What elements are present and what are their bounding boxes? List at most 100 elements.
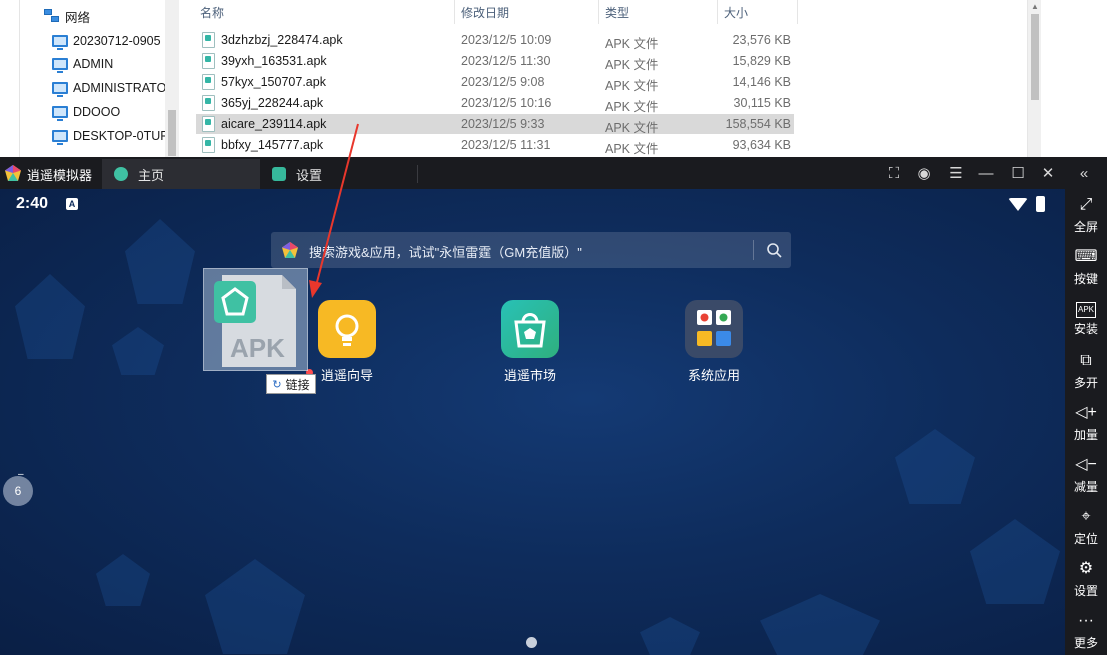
android-screen[interactable]: 2:40 A 搜索游戏&应用，试试"永恒雷霆（GM充值版）" 逍遥向导 逍遥市场… <box>0 189 1065 655</box>
tab-settings[interactable]: 设置 <box>260 159 418 189</box>
column-divider[interactable] <box>717 0 718 24</box>
lightbulb-icon <box>318 300 376 358</box>
nav-item-computer[interactable]: ADMIN <box>52 53 113 75</box>
floating-side-bubble[interactable]: 6 <box>3 476 33 506</box>
memu-logo-icon <box>5 165 21 181</box>
file-row[interactable]: 57kyx_150707.apk 2023/12/5 9:08 APK 文件 1… <box>196 72 794 93</box>
file-name: 39yxh_163531.apk <box>221 54 327 68</box>
file-row[interactable]: 365yj_228244.apk 2023/12/5 10:16 APK 文件 … <box>196 93 794 114</box>
file-size: 15,829 KB <box>732 54 791 68</box>
file-type: APK 文件 <box>605 58 659 72</box>
file-row[interactable]: 39yxh_163531.apk 2023/12/5 11:30 APK 文件 … <box>196 51 794 72</box>
location-icon: ⌖ <box>1081 507 1091 525</box>
app-system-apps[interactable]: 系统应用 <box>664 300 764 384</box>
tool-label: 按键 <box>1073 271 1098 286</box>
column-header-size[interactable]: 大小 <box>724 0 748 24</box>
desktop-background <box>1042 0 1117 158</box>
file-date: 2023/12/5 10:16 <box>461 96 552 110</box>
file-name: 365yj_228244.apk <box>221 96 324 110</box>
file-type: APK 文件 <box>605 121 659 135</box>
nav-item-computer[interactable]: 20230712-0905 <box>52 30 161 52</box>
file-type: APK 文件 <box>605 37 659 51</box>
nav-pane-scrollbar[interactable] <box>165 0 179 158</box>
tab-home[interactable]: 主页 <box>102 159 260 189</box>
multi-instance-icon: ⧉ <box>1080 351 1092 369</box>
scrollbar-thumb[interactable] <box>1031 14 1039 100</box>
page-indicator-dot[interactable] <box>526 637 537 648</box>
file-list: 名称 修改日期 类型 大小 3dzhzbzj_228474.apk 2023/1… <box>180 0 1040 158</box>
minimize-icon[interactable]: — <box>976 163 996 183</box>
background-shape <box>760 594 880 655</box>
toolbar-volume-down-button[interactable]: ◁− 减量 <box>1065 449 1107 501</box>
tool-label: 更多 <box>1073 635 1098 650</box>
toolbar-fullscreen-button[interactable]: ⤢ 全屏 <box>1065 189 1107 241</box>
tool-label: 安装 <box>1073 321 1098 336</box>
volume-up-icon: ◁+ <box>1075 403 1097 421</box>
tool-label: 减量 <box>1073 479 1098 494</box>
toolbar-location-button[interactable]: ⌖ 定位 <box>1065 501 1107 553</box>
search-icon[interactable] <box>766 242 782 258</box>
file-explorer-window: 网络 20230712-0905 ADMIN ADMINISTRATOR DDO… <box>0 0 1117 158</box>
column-divider[interactable] <box>454 0 455 24</box>
toolbar-settings-button[interactable]: ⚙ 设置 <box>1065 553 1107 605</box>
nav-item-label: 网络 <box>65 10 91 25</box>
tab-label: 设置 <box>296 167 323 183</box>
toolbar-install-apk-button[interactable]: APK 安装 <box>1065 293 1107 345</box>
file-date: 2023/12/5 9:33 <box>461 117 545 131</box>
nav-item-computer[interactable]: ADMINISTRATOR <box>52 77 165 99</box>
fullscreen-icon: ⤢ <box>1079 195 1093 213</box>
background-shape <box>15 274 85 359</box>
column-divider[interactable] <box>598 0 599 24</box>
nav-item-computer[interactable]: DESKTOP-0TUR <box>52 125 165 147</box>
column-header-type[interactable]: 类型 <box>605 0 629 24</box>
menu-icon[interactable]: ☰ <box>946 163 966 183</box>
background-shape <box>640 617 700 655</box>
nav-item-network[interactable]: 网络 <box>44 5 90 27</box>
file-date: 2023/12/5 9:08 <box>461 75 545 89</box>
nav-item-label: ADMIN <box>73 57 114 71</box>
tool-label: 多开 <box>1073 375 1098 390</box>
collapse-sidebar-icon[interactable]: « <box>1074 163 1094 183</box>
file-name: 3dzhzbzj_228474.apk <box>221 33 343 47</box>
toolbar-keymap-button[interactable]: ⌨ 按键 <box>1065 241 1107 293</box>
tool-label: 加量 <box>1073 427 1098 442</box>
folder-grid-icon <box>685 300 743 358</box>
drag-link-tooltip: ↻ 链接 <box>266 374 316 394</box>
wifi-icon <box>1008 198 1028 211</box>
column-divider[interactable] <box>797 0 798 24</box>
column-header-name[interactable]: 名称 <box>200 0 224 24</box>
background-shape <box>125 219 195 304</box>
file-name: 57kyx_150707.apk <box>221 75 326 89</box>
emulator-toolbar: ⤢ 全屏 ⌨ 按键 APK 安装 ⧉ 多开 ◁+ 加量 ◁− 减量 ⌖ 定位 ⚙ <box>1065 189 1107 655</box>
maximize-icon[interactable]: ☐ <box>1008 163 1028 183</box>
app-label: 系统应用 <box>687 368 740 383</box>
scrollbar-thumb[interactable] <box>168 110 176 156</box>
nav-item-computer[interactable]: DDOOO <box>52 101 120 123</box>
search-divider <box>753 240 754 260</box>
apk-ghost-label: APK <box>230 333 285 363</box>
computer-icon <box>52 106 68 121</box>
notification-a-icon: A <box>66 198 78 210</box>
volume-down-icon: ◁− <box>1075 455 1097 473</box>
toolbar-more-button[interactable]: ··· 更多 <box>1065 605 1107 655</box>
toolbar-volume-up-button[interactable]: ◁+ 加量 <box>1065 397 1107 449</box>
scroll-up-icon[interactable]: ▲ <box>1031 2 1039 11</box>
app-xiaoyao-market[interactable]: 逍遥市场 <box>480 300 580 384</box>
nav-item-label: 20230712-0905 <box>73 34 161 48</box>
file-type: APK 文件 <box>605 142 659 156</box>
status-bar: 2:40 A <box>0 189 1065 217</box>
account-icon[interactable]: ◉ <box>914 163 934 183</box>
nav-item-label: DESKTOP-0TUR <box>73 129 165 143</box>
apk-file-icon <box>202 53 215 69</box>
toolbar-multi-instance-button[interactable]: ⧉ 多开 <box>1065 345 1107 397</box>
column-header-date[interactable]: 修改日期 <box>461 0 509 24</box>
file-row[interactable]: bbfxy_145777.apk 2023/12/5 11:31 APK 文件 … <box>196 135 794 156</box>
file-row-selected[interactable]: aicare_239114.apk 2023/12/5 9:33 APK 文件 … <box>196 114 794 135</box>
file-list-scrollbar[interactable]: ▲ <box>1027 0 1041 158</box>
file-row[interactable]: 3dzhzbzj_228474.apk 2023/12/5 10:09 APK … <box>196 30 794 51</box>
search-bar[interactable]: 搜索游戏&应用，试试"永恒雷霆（GM充值版）" <box>271 232 791 268</box>
close-icon[interactable]: ✕ <box>1038 163 1058 183</box>
background-shape <box>895 429 975 504</box>
screenshot-frame-icon[interactable]: ⛶ <box>884 163 904 183</box>
file-size: 30,115 KB <box>733 96 791 110</box>
